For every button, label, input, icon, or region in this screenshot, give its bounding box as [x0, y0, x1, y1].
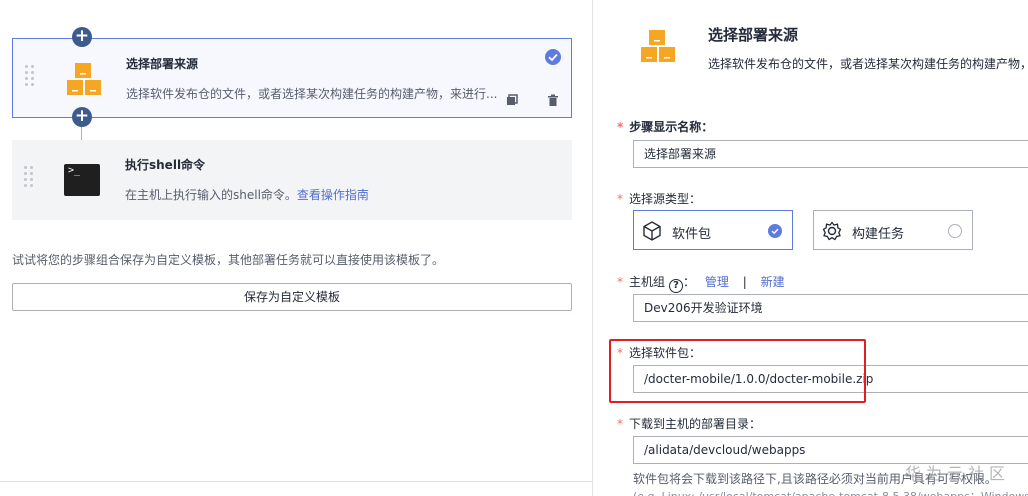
- step-config-panel: 选择部署来源 选择软件发布仓的文件，或者选择某次构建任务的构建产物， * 步骤显示…: [593, 0, 1028, 496]
- build-gear-icon: [822, 221, 842, 241]
- create-link[interactable]: 新建: [761, 275, 785, 289]
- add-step-button-middle[interactable]: +: [72, 107, 92, 127]
- bottom-divider: [0, 481, 592, 482]
- template-hint: 试试将您的步骤组合保存为自定义模板，其他部署任务就可以直接使用该模板了。: [12, 253, 445, 267]
- drag-handle-icon[interactable]: [25, 65, 37, 93]
- step-title: 执行shell命令: [125, 158, 206, 172]
- config-title: 选择部署来源: [708, 26, 799, 44]
- manage-link[interactable]: 管理: [705, 275, 729, 289]
- required-mark: *: [617, 417, 623, 431]
- watermark: 华为云社区: [905, 464, 1011, 483]
- radio-checked-icon[interactable]: [768, 224, 782, 238]
- required-mark: *: [617, 275, 623, 289]
- step-description: 在主机上执行输入的shell命令。查看操作指南: [125, 186, 369, 203]
- help-icon[interactable]: ?: [669, 279, 684, 293]
- step-name-label: * 步骤显示名称：: [617, 120, 714, 134]
- config-description: 选择软件发布仓的文件，或者选择某次构建任务的构建产物，: [708, 57, 1028, 71]
- host-group-label: * 主机组?： 管理 | 新建: [617, 275, 785, 293]
- highlight-box: [609, 339, 866, 403]
- download-dir-example: (e.g. Linux: /usr/local/tomcat/apache-to…: [633, 488, 1028, 496]
- operation-guide-link[interactable]: 查看操作指南: [297, 188, 369, 202]
- step-title: 选择部署来源: [126, 57, 199, 71]
- terminal-icon: >_: [64, 164, 100, 196]
- source-type-label: * 选择源类型：: [617, 192, 702, 206]
- cube-icon: [643, 221, 661, 241]
- package-boxes-icon: [641, 30, 675, 62]
- required-mark: *: [617, 192, 623, 206]
- step-description: 选择软件发布仓的文件，或者选择某次构建任务的构建产物，来进行...: [126, 87, 498, 101]
- step-list-panel: 选择部署来源 选择软件发布仓的文件，或者选择某次构建任务的构建产物，来进行...…: [0, 0, 592, 496]
- save-as-template-button[interactable]: 保存为自定义模板: [12, 283, 572, 311]
- step-card-select-source[interactable]: 选择部署来源 选择软件发布仓的文件，或者选择某次构建任务的构建产物，来进行...: [12, 38, 572, 118]
- source-type-build-option[interactable]: 构建任务: [813, 210, 973, 250]
- link-separator: |: [742, 275, 747, 289]
- option-label: 软件包: [672, 227, 712, 242]
- required-mark: *: [617, 120, 624, 134]
- step-description-text: 在主机上执行输入的shell命令。: [125, 188, 297, 202]
- step-name-input[interactable]: 选择部署来源: [633, 140, 1028, 168]
- drag-handle-icon[interactable]: [24, 166, 36, 194]
- option-label: 构建任务: [852, 227, 905, 242]
- download-dir-label: * 下载到主机的部署目录：: [617, 417, 762, 431]
- step-card-shell-command[interactable]: >_ 执行shell命令 在主机上执行输入的shell命令。查看操作指南: [12, 140, 572, 220]
- check-circle-icon: [545, 49, 561, 65]
- source-type-package-option[interactable]: 软件包: [633, 210, 793, 250]
- copy-icon[interactable]: [506, 94, 518, 106]
- host-group-select[interactable]: Dev206开发验证环境: [633, 294, 1028, 322]
- add-step-button-top[interactable]: +: [72, 27, 92, 47]
- delete-icon[interactable]: [547, 94, 559, 106]
- radio-unchecked-icon[interactable]: [948, 224, 962, 238]
- package-boxes-icon: [67, 63, 101, 95]
